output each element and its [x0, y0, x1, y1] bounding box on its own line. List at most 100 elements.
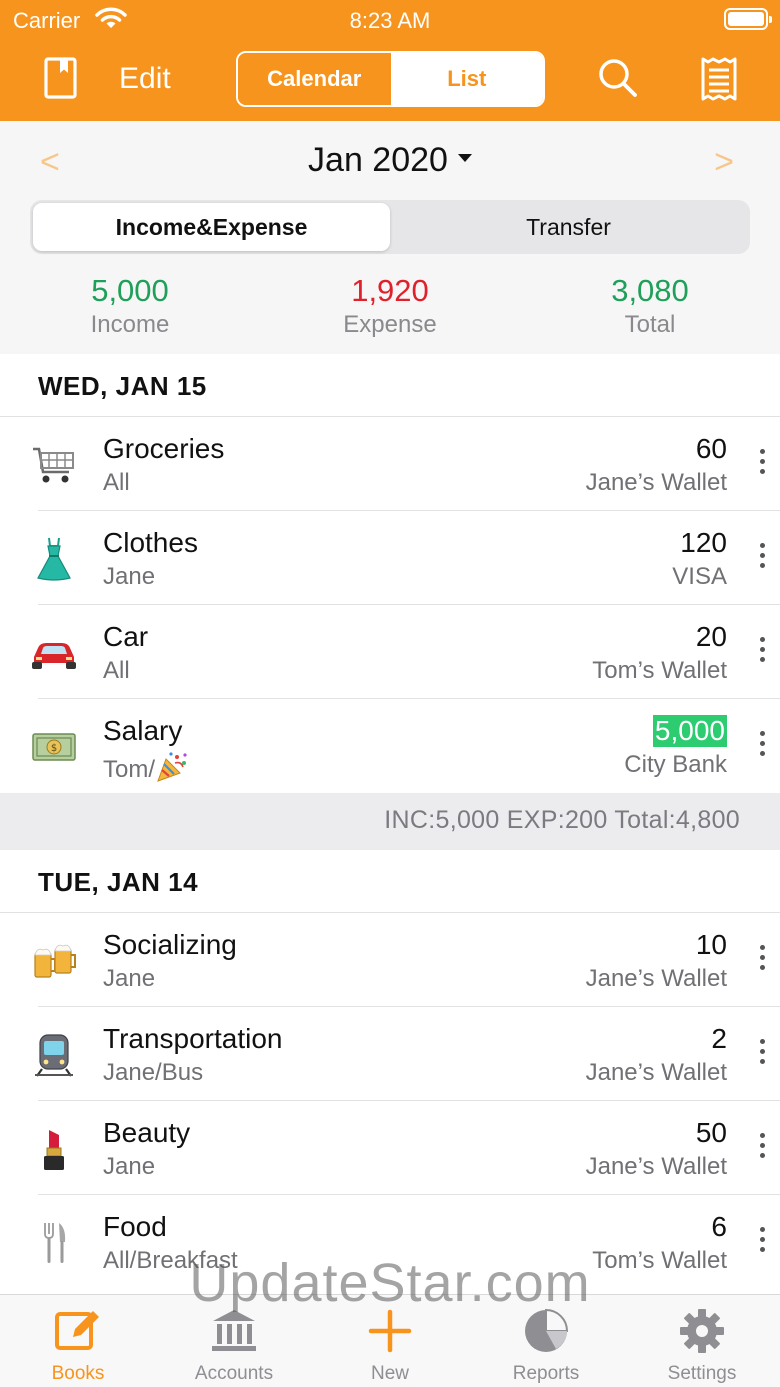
edit-button[interactable]: Edit	[119, 62, 171, 96]
category-name: Clothes	[103, 527, 198, 558]
more-options-icon[interactable]	[758, 1227, 766, 1257]
amount: 6	[711, 1211, 727, 1242]
more-options-icon[interactable]	[758, 1133, 766, 1163]
transaction-row[interactable]: Groceries All 60 Jane’s Wallet	[0, 417, 780, 511]
total-value: 3,080	[611, 273, 689, 308]
plus-icon	[368, 1309, 412, 1353]
transaction-row[interactable]: Car All 20 Tom’s Wallet	[0, 605, 780, 699]
account-label: Jane’s Wallet	[585, 1059, 727, 1086]
transaction-row[interactable]: Clothes Jane 120 VISA	[0, 511, 780, 605]
more-options-icon[interactable]	[758, 1039, 766, 1069]
tab-label: Reports	[512, 1363, 580, 1384]
month-summary: < Jan 2020 > Income&Expense Transfer 5,0…	[0, 121, 780, 354]
tab-label: Accounts	[194, 1363, 274, 1384]
tab-reports[interactable]: Reports	[468, 1295, 624, 1387]
account-label: City Bank	[624, 751, 727, 778]
totals-row: 5,000 Income 1,920 Expense 3,080 Total	[0, 273, 780, 341]
amount: 5,000	[652, 715, 727, 747]
day-header: TUE, JAN 14	[0, 850, 780, 913]
transaction-row[interactable]: $ Salary Tom/ 5,000 City Bank	[0, 699, 780, 793]
book-edit-icon	[55, 1311, 99, 1350]
party-popper-icon	[157, 752, 187, 782]
amount: 10	[695, 929, 727, 960]
fork-knife-icon	[30, 1219, 78, 1267]
transaction-row[interactable]: Transportation Jane/Bus 2 Jane’s Wallet	[0, 1007, 780, 1101]
tab-new[interactable]: New	[312, 1295, 468, 1387]
amount: 20	[695, 621, 727, 652]
category-name: Food	[103, 1211, 167, 1242]
account-label: Jane’s Wallet	[585, 1153, 727, 1180]
nav-bar: Edit Calendar List	[0, 44, 780, 114]
tab-label: Settings	[667, 1363, 737, 1384]
dress-icon	[30, 535, 78, 583]
next-month-button[interactable]: >	[714, 143, 734, 182]
battery-icon	[724, 8, 772, 30]
caret-down-icon	[457, 154, 472, 163]
more-options-icon[interactable]	[758, 945, 766, 975]
day-summary: INC:5,000 EXP:200 Total:4,800	[0, 793, 780, 850]
day-date: TUE, JAN 14	[38, 867, 199, 897]
type-toggle: Income&Expense Transfer	[30, 200, 750, 254]
view-toggle: Calendar List	[236, 51, 545, 107]
member-label: Tom/	[103, 751, 189, 784]
member-label: Jane	[103, 965, 156, 992]
category-name: Beauty	[103, 1117, 191, 1148]
day-summary-text: INC:5,000 EXP:200 Total:4,800	[384, 806, 740, 834]
more-options-icon[interactable]	[758, 543, 766, 573]
tab-bar: Books Accounts New Reports Settings	[0, 1294, 780, 1387]
member-label: All	[103, 657, 130, 684]
beer-mugs-icon	[30, 937, 78, 985]
tab-settings[interactable]: Settings	[624, 1295, 780, 1387]
category-name: Car	[103, 621, 149, 652]
tab-books[interactable]: Books	[0, 1295, 156, 1387]
transaction-row[interactable]: Beauty Jane 50 Jane’s Wallet	[0, 1101, 780, 1195]
tab-label: New	[370, 1363, 409, 1384]
member-label: All/Breakfast	[103, 1247, 238, 1274]
category-name: Transportation	[103, 1023, 283, 1054]
income-total: 5,000 Income	[0, 273, 260, 341]
income-value: 5,000	[91, 273, 169, 308]
member-text: Tom/	[103, 756, 156, 783]
transfer-tab[interactable]: Transfer	[390, 203, 747, 251]
list-tab[interactable]: List	[390, 53, 543, 105]
account-label: Tom’s Wallet	[592, 657, 727, 684]
lipstick-icon	[30, 1125, 78, 1173]
status-time: 8:23 AM	[349, 8, 431, 33]
net-total: 3,080 Total	[520, 273, 780, 341]
book-icon[interactable]	[40, 56, 80, 100]
search-icon[interactable]	[596, 56, 640, 100]
train-icon	[30, 1031, 78, 1079]
amount: 50	[695, 1117, 727, 1148]
month-selector[interactable]: Jan 2020	[0, 141, 780, 180]
amount: 2	[711, 1023, 727, 1054]
income-label: Income	[90, 311, 170, 338]
member-label: Jane/Bus	[103, 1059, 204, 1086]
expense-value: 1,920	[351, 273, 429, 308]
amount: 60	[695, 433, 727, 464]
svg-text:$: $	[51, 743, 57, 754]
amount: 120	[680, 527, 727, 558]
receipt-icon[interactable]	[698, 56, 740, 102]
bank-icon	[212, 1310, 256, 1351]
money-icon: $	[30, 723, 78, 771]
category-name: Groceries	[103, 433, 225, 464]
status-bar: Carrier 8:23 AM	[0, 0, 780, 40]
more-options-icon[interactable]	[758, 637, 766, 667]
member-label: Jane	[103, 563, 156, 590]
gear-icon	[680, 1309, 724, 1353]
category-name: Salary	[103, 715, 183, 746]
expense-label: Expense	[343, 311, 437, 338]
calendar-tab[interactable]: Calendar	[238, 53, 391, 105]
tab-label: Books	[51, 1363, 105, 1384]
day-header: WED, JAN 15	[0, 354, 780, 417]
member-label: All	[103, 469, 130, 496]
more-options-icon[interactable]	[758, 731, 766, 761]
expense-total: 1,920 Expense	[260, 273, 520, 341]
income-expense-tab[interactable]: Income&Expense	[33, 203, 390, 251]
transaction-row[interactable]: Food All/Breakfast 6 Tom’s Wallet	[0, 1195, 780, 1289]
transaction-row[interactable]: Socializing Jane 10 Jane’s Wallet	[0, 913, 780, 1007]
account-label: Tom’s Wallet	[592, 1247, 727, 1274]
pie-chart-icon	[525, 1308, 569, 1352]
tab-accounts[interactable]: Accounts	[156, 1295, 312, 1387]
more-options-icon[interactable]	[758, 449, 766, 479]
